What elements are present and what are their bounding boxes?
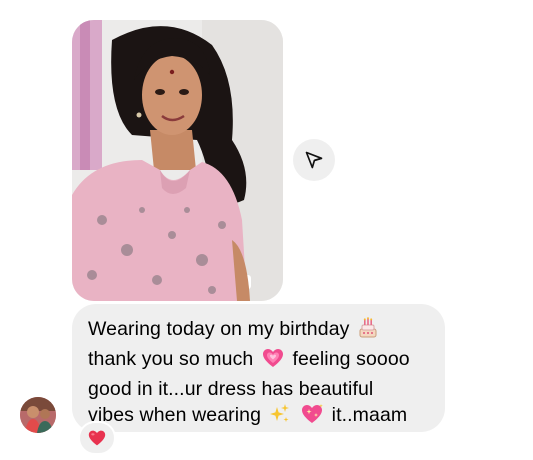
message-text: vibes when wearing xyxy=(88,404,262,426)
avatar-image xyxy=(20,397,56,433)
sparkles-icon xyxy=(269,403,291,432)
growing-heart-icon xyxy=(261,347,285,376)
share-button[interactable] xyxy=(293,139,335,181)
message-line-4: vibes when wearing it..maam xyxy=(88,402,429,432)
reaction-heart[interactable] xyxy=(78,421,116,455)
message-line-2: thank you so much feeling soooo xyxy=(88,346,429,376)
message-text: good in it...ur dress has beautiful xyxy=(88,378,374,400)
message-text: Wearing today on my birthday xyxy=(88,318,350,340)
message-text: feeling soooo xyxy=(292,348,410,370)
sender-avatar[interactable] xyxy=(20,397,56,433)
message-line-3: good in it...ur dress has beautiful xyxy=(88,376,429,402)
sparkling-heart-icon xyxy=(300,403,324,432)
selfie-photo xyxy=(72,20,283,301)
message-text: thank you so much xyxy=(88,348,254,370)
send-icon xyxy=(305,151,323,169)
message-line-1: Wearing today on my birthday xyxy=(88,316,429,346)
red-heart-icon xyxy=(88,430,106,446)
photo-message[interactable] xyxy=(72,20,283,301)
message-text: it..maam xyxy=(331,404,408,426)
chat-thread: Wearing today on my birthday thank you s… xyxy=(0,0,533,460)
birthday-cake-icon xyxy=(357,317,379,346)
message-bubble[interactable]: Wearing today on my birthday thank you s… xyxy=(72,304,445,432)
